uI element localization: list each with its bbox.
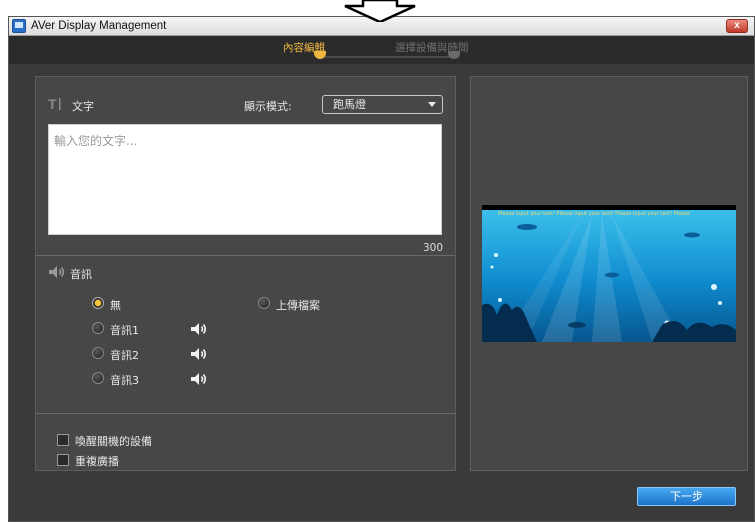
repeat-broadcast-label: 重複廣播 <box>75 455 119 468</box>
preview-panel: Please input your text! Please input you… <box>470 76 748 471</box>
audio-option-upload[interactable]: 上傳檔案 <box>258 296 378 312</box>
radio-button[interactable] <box>92 322 104 334</box>
text-icon: T <box>48 96 68 112</box>
speaker-icon <box>48 265 68 279</box>
wake-devices-checkbox[interactable] <box>57 434 69 446</box>
radio-button[interactable] <box>92 372 104 384</box>
wake-devices-label: 喚醒關機的設備 <box>75 435 152 448</box>
audio-option-label: 音訊2 <box>110 349 139 362</box>
preview-image: Please input your text! Please input you… <box>482 205 736 342</box>
display-mode-label: 顯示模式: <box>244 100 292 113</box>
audio-option-1[interactable]: 音訊1 <box>92 321 182 337</box>
preview-top-bar <box>482 205 736 210</box>
message-placeholder: 輸入您的文字... <box>54 134 138 148</box>
svg-text:T: T <box>48 96 57 112</box>
chevron-down-icon <box>428 102 436 107</box>
audio-option-label: 無 <box>110 299 121 312</box>
display-mode-value: 跑馬燈 <box>333 98 366 111</box>
radio-button[interactable] <box>92 347 104 359</box>
radio-button[interactable] <box>92 297 104 309</box>
audio-section-title: 音訊 <box>70 268 92 281</box>
message-text-input[interactable]: 輸入您的文字... <box>48 124 442 235</box>
section-divider <box>36 255 455 256</box>
radio-button[interactable] <box>258 297 270 309</box>
audio-option-none[interactable]: 無 <box>92 296 212 312</box>
audio-option-3[interactable]: 音訊3 <box>92 371 182 387</box>
play-audio-3-icon[interactable] <box>190 372 212 386</box>
next-button[interactable]: 下一步 <box>637 487 736 506</box>
section-divider <box>36 413 455 414</box>
app-window: AVer Display Management x 內容編輯 選擇設備與時間 T… <box>8 16 755 522</box>
repeat-broadcast-checkbox[interactable] <box>57 454 69 466</box>
audio-option-2[interactable]: 音訊2 <box>92 346 182 362</box>
character-counter: 300 <box>423 242 444 254</box>
play-audio-2-icon[interactable] <box>190 347 212 361</box>
down-arrow-annotation <box>335 0 425 24</box>
audio-option-label: 音訊1 <box>110 324 139 337</box>
display-mode-select[interactable]: 跑馬燈 <box>322 95 443 114</box>
app-icon <box>12 19 26 33</box>
audio-option-label: 上傳檔案 <box>276 299 320 312</box>
close-button[interactable]: x <box>726 19 748 33</box>
text-section-title: 文字 <box>72 100 94 113</box>
window-title: AVer Display Management <box>31 20 167 32</box>
step-track <box>320 56 459 58</box>
audio-option-label: 音訊3 <box>110 374 139 387</box>
preview-marquee-text: Please input your text! Please input you… <box>498 211 690 217</box>
step-progress-bar: 內容編輯 選擇設備與時間 <box>9 36 754 64</box>
content-edit-panel: T 文字 顯示模式: 跑馬燈 輸入您的文字... 300 音訊 無 上傳檔案 音… <box>35 76 456 471</box>
play-audio-1-icon[interactable] <box>190 322 212 336</box>
